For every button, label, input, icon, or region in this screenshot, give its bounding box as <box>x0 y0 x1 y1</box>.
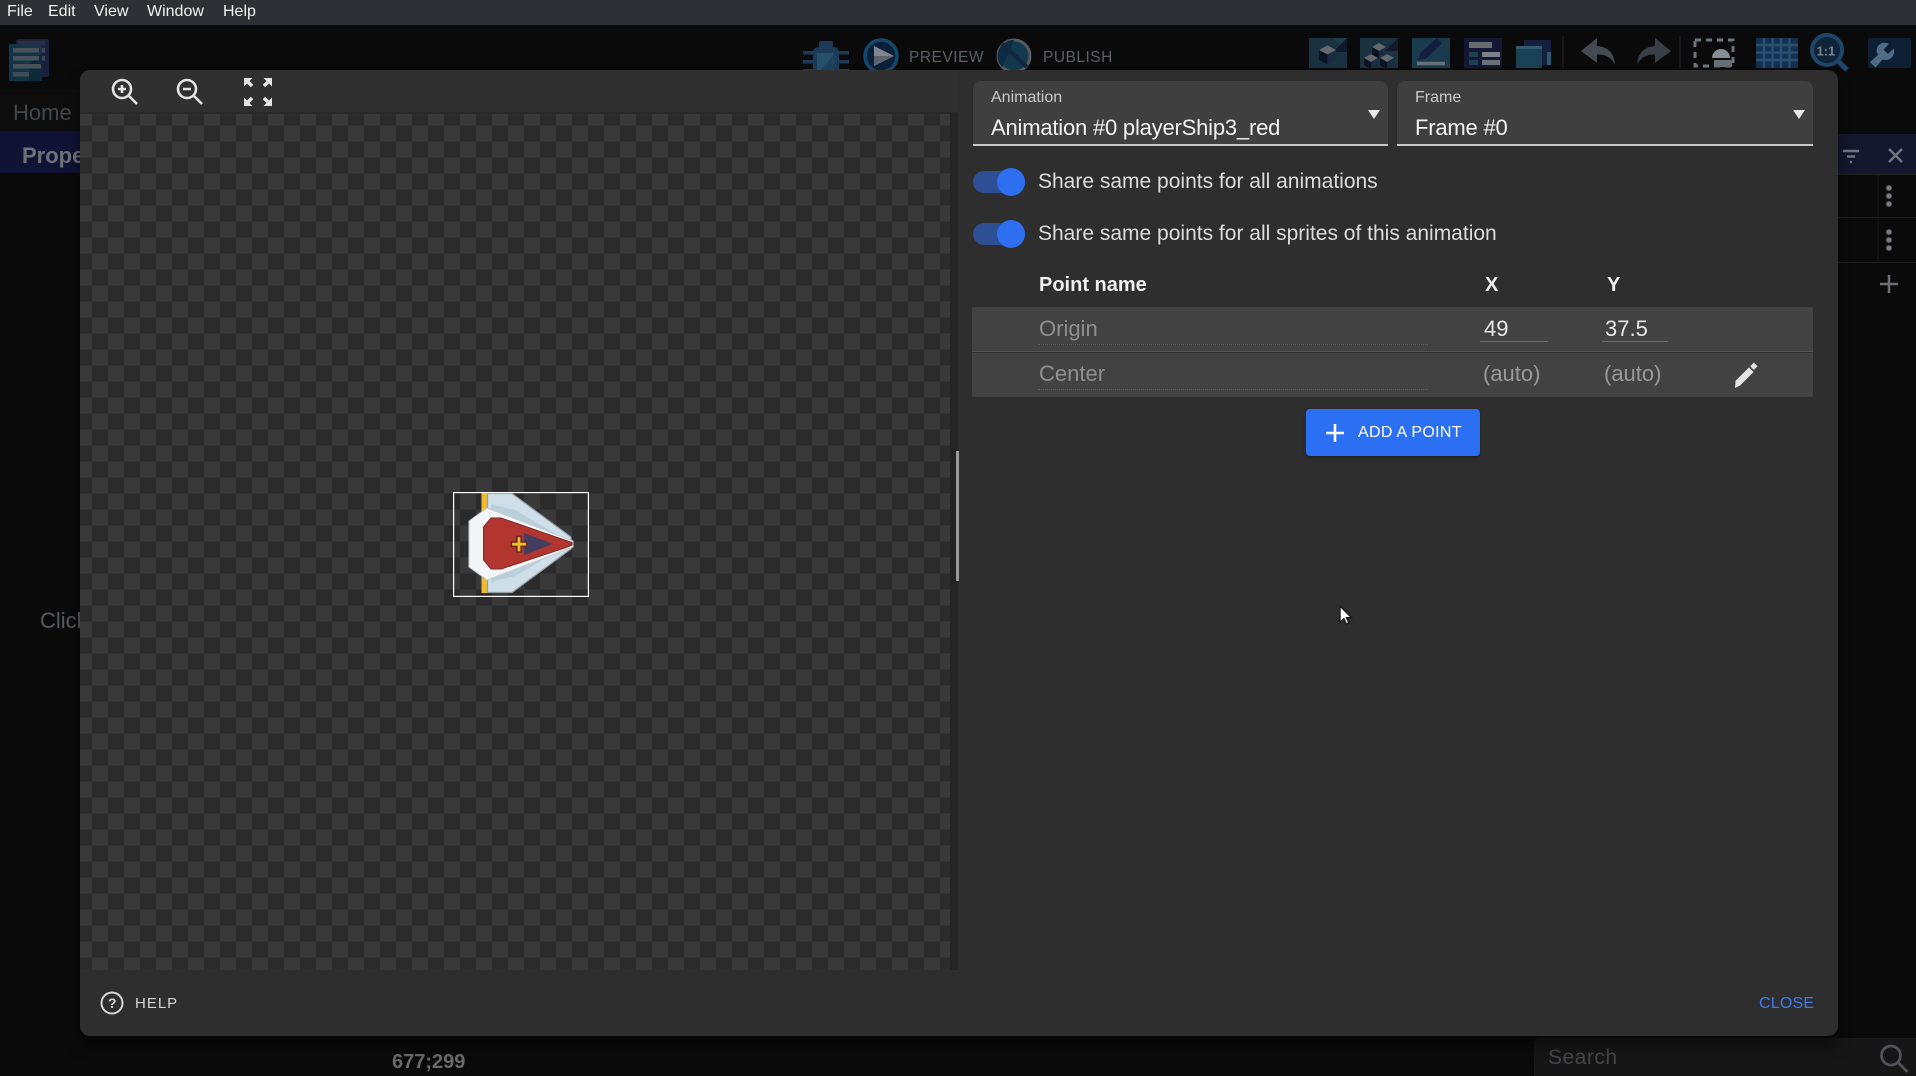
svg-text:?: ? <box>108 995 117 1011</box>
svg-text:PUBLISH: PUBLISH <box>1043 49 1113 66</box>
svg-text:1:1: 1:1 <box>1817 44 1836 59</box>
svg-text:PREVIEW: PREVIEW <box>909 49 984 66</box>
